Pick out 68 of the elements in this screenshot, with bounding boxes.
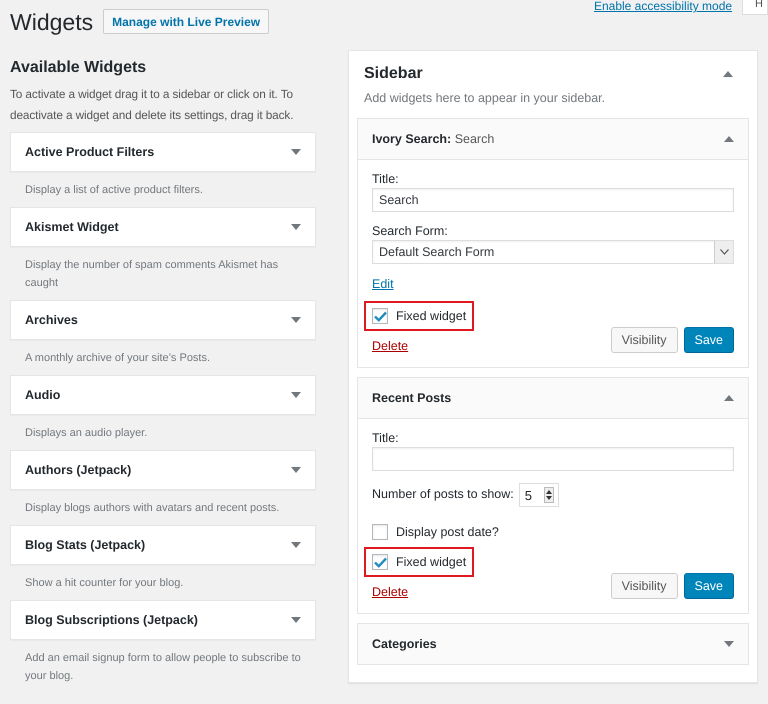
- text-field[interactable]: [372, 447, 734, 471]
- number-field[interactable]: 5: [518, 483, 559, 507]
- widget-description: A monthly archive of your site’s Posts.: [24, 351, 212, 366]
- save-button[interactable]: Save: [684, 573, 734, 599]
- widget-name: Audio: [25, 388, 60, 402]
- widget-card[interactable]: Akismet Widget: [10, 207, 316, 247]
- expand-arrow-icon[interactable]: [291, 467, 301, 473]
- edit-link[interactable]: Edit: [372, 277, 394, 291]
- checkbox[interactable]: [372, 554, 388, 570]
- widget-title: Ivory Search: Search: [372, 132, 494, 146]
- widget-description: Display a list of active product filters.: [24, 183, 204, 198]
- widget-card[interactable]: Authors (Jetpack): [10, 450, 316, 490]
- field-label: Number of posts to show:: [372, 487, 514, 501]
- widget-card[interactable]: Audio: [10, 375, 316, 415]
- collapse-arrow-icon[interactable]: [724, 136, 734, 142]
- expand-arrow-icon[interactable]: [291, 224, 301, 230]
- accessibility-mode-link[interactable]: Enable accessibility mode: [594, 0, 732, 12]
- widget-header[interactable]: Recent Posts: [358, 378, 748, 419]
- widget-description: Display the number of spam comments Akismet has caught: [24, 258, 280, 291]
- expand-arrow-icon[interactable]: [291, 317, 301, 323]
- expand-arrow-icon[interactable]: [724, 641, 734, 647]
- widget-name: Authors (Jetpack): [25, 463, 132, 477]
- visibility-button[interactable]: Visibility: [610, 573, 678, 599]
- widget-description: Add an email signup form to allow people to subscribe to your blog.: [24, 651, 302, 684]
- widget-header[interactable]: Ivory Search: Search: [358, 119, 748, 160]
- page-title: Widgets: [10, 9, 94, 36]
- section-description: To activate a widget drag it to a sidebar or click on it. To deactivate a widget and delete its settings, drag it back.: [10, 86, 294, 124]
- widget-name: Blog Subscriptions (Jetpack): [25, 613, 198, 627]
- delete-link[interactable]: Delete: [372, 339, 408, 353]
- sidebar-title: Sidebar: [364, 65, 423, 83]
- expand-arrow-icon[interactable]: [291, 617, 301, 623]
- sidebar-description: Add widgets here to appear in your sidebar.: [363, 90, 606, 107]
- chevron-down-icon: [720, 249, 728, 255]
- widget-title: Categories: [372, 637, 437, 651]
- dropdown-field[interactable]: Default Search Form: [372, 240, 734, 264]
- text-field[interactable]: Search: [372, 188, 734, 212]
- field-label: Search Form:: [372, 224, 449, 238]
- checkbox-label: Display post date?: [396, 525, 499, 539]
- widget-title: Recent Posts: [372, 391, 452, 405]
- field-label: Title:: [372, 431, 400, 445]
- widget-card[interactable]: Archives: [10, 300, 316, 340]
- expand-arrow-icon[interactable]: [291, 392, 301, 398]
- checkbox-label: Fixed widget: [396, 555, 466, 569]
- widget-header[interactable]: Categories: [358, 624, 748, 664]
- checkbox-label: Fixed widget: [396, 309, 466, 323]
- visibility-button[interactable]: Visibility: [610, 327, 678, 353]
- checkbox[interactable]: [372, 308, 388, 324]
- collapse-arrow-icon[interactable]: [723, 71, 733, 77]
- delete-link[interactable]: Delete: [372, 585, 408, 599]
- field-label: Title:: [372, 172, 400, 186]
- widget-card[interactable]: Blog Subscriptions (Jetpack): [10, 600, 316, 640]
- expand-arrow-icon[interactable]: [291, 542, 301, 548]
- widget-card[interactable]: Active Product Filters: [10, 132, 316, 172]
- section-title: Available Widgets: [10, 59, 148, 77]
- widget-name: Blog Stats (Jetpack): [25, 538, 146, 552]
- widget-name: Akismet Widget: [25, 220, 119, 234]
- widget-card[interactable]: Blog Stats (Jetpack): [10, 525, 316, 565]
- widget-description: Show a hit counter for your blog.: [24, 576, 184, 591]
- expand-arrow-icon[interactable]: [291, 149, 301, 155]
- collapse-arrow-icon[interactable]: [724, 395, 734, 401]
- checkbox[interactable]: [372, 524, 388, 540]
- widget-name: Active Product Filters: [25, 145, 154, 159]
- widget-name: Archives: [25, 313, 78, 327]
- spinner-arrows-icon[interactable]: [544, 487, 554, 503]
- widget-description: Display blogs authors with avatars and recent posts.: [24, 501, 280, 516]
- widget-description: Displays an audio player.: [24, 426, 148, 441]
- save-button[interactable]: Save: [684, 327, 734, 353]
- live-preview-button[interactable]: Manage with Live Preview: [103, 9, 270, 34]
